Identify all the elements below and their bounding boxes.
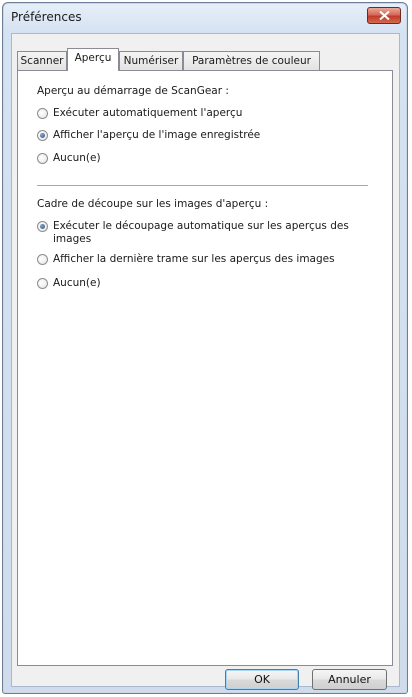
radio-label: Afficher la dernière trame sur les aperç… bbox=[53, 253, 335, 265]
radio-button-selected[interactable] bbox=[37, 221, 48, 232]
close-icon bbox=[379, 11, 390, 20]
tab-scanner[interactable]: Scanner bbox=[17, 51, 67, 70]
close-button[interactable] bbox=[367, 7, 401, 24]
radio-preview-saved-image[interactable]: Afficher l'aperçu de l'image enregistrée bbox=[37, 129, 260, 142]
preferences-dialog: Préférences Scanner Aperçu Numériser Par… bbox=[2, 2, 408, 694]
radio-crop-none[interactable]: Aucun(e) bbox=[37, 277, 101, 290]
radio-button-selected[interactable] bbox=[37, 130, 48, 141]
radio-crop-auto[interactable]: Exécuter le découpage automatique sur le… bbox=[37, 220, 377, 246]
preview-startup-label: Aperçu au démarrage de ScanGear : bbox=[37, 85, 229, 97]
tab-preview[interactable]: Aperçu bbox=[67, 48, 119, 71]
window-title: Préférences bbox=[11, 10, 82, 24]
tab-color-settings[interactable]: Paramètres de couleur bbox=[183, 51, 320, 70]
radio-button[interactable] bbox=[37, 254, 48, 265]
crop-frame-label: Cadre de découpe sur les images d'aperçu… bbox=[37, 198, 269, 210]
radio-label: Aucun(e) bbox=[53, 277, 101, 289]
radio-label: Exécuter automatiquement l'aperçu bbox=[53, 107, 243, 119]
radio-preview-auto[interactable]: Exécuter automatiquement l'aperçu bbox=[37, 107, 242, 120]
tab-scan[interactable]: Numériser bbox=[119, 51, 183, 70]
radio-preview-none[interactable]: Aucun(e) bbox=[37, 152, 101, 165]
dialog-client-area: Scanner Aperçu Numériser Paramètres de c… bbox=[11, 33, 400, 690]
ok-button[interactable]: OK bbox=[225, 669, 299, 690]
cancel-button[interactable]: Annuler bbox=[312, 669, 387, 690]
radio-button[interactable] bbox=[37, 153, 48, 164]
radio-label: Aucun(e) bbox=[53, 152, 101, 164]
section-divider bbox=[37, 185, 368, 186]
radio-button[interactable] bbox=[37, 108, 48, 119]
radio-label: Afficher l'aperçu de l'image enregistrée bbox=[53, 129, 261, 141]
title-bar[interactable]: Préférences bbox=[3, 3, 407, 33]
radio-crop-last-frame[interactable]: Afficher la dernière trame sur les aperç… bbox=[37, 253, 335, 266]
radio-label: Exécuter le découpage automatique sur le… bbox=[53, 220, 349, 245]
preview-tab-panel: Aperçu au démarrage de ScanGear : Exécut… bbox=[17, 70, 393, 666]
radio-button[interactable] bbox=[37, 278, 48, 289]
